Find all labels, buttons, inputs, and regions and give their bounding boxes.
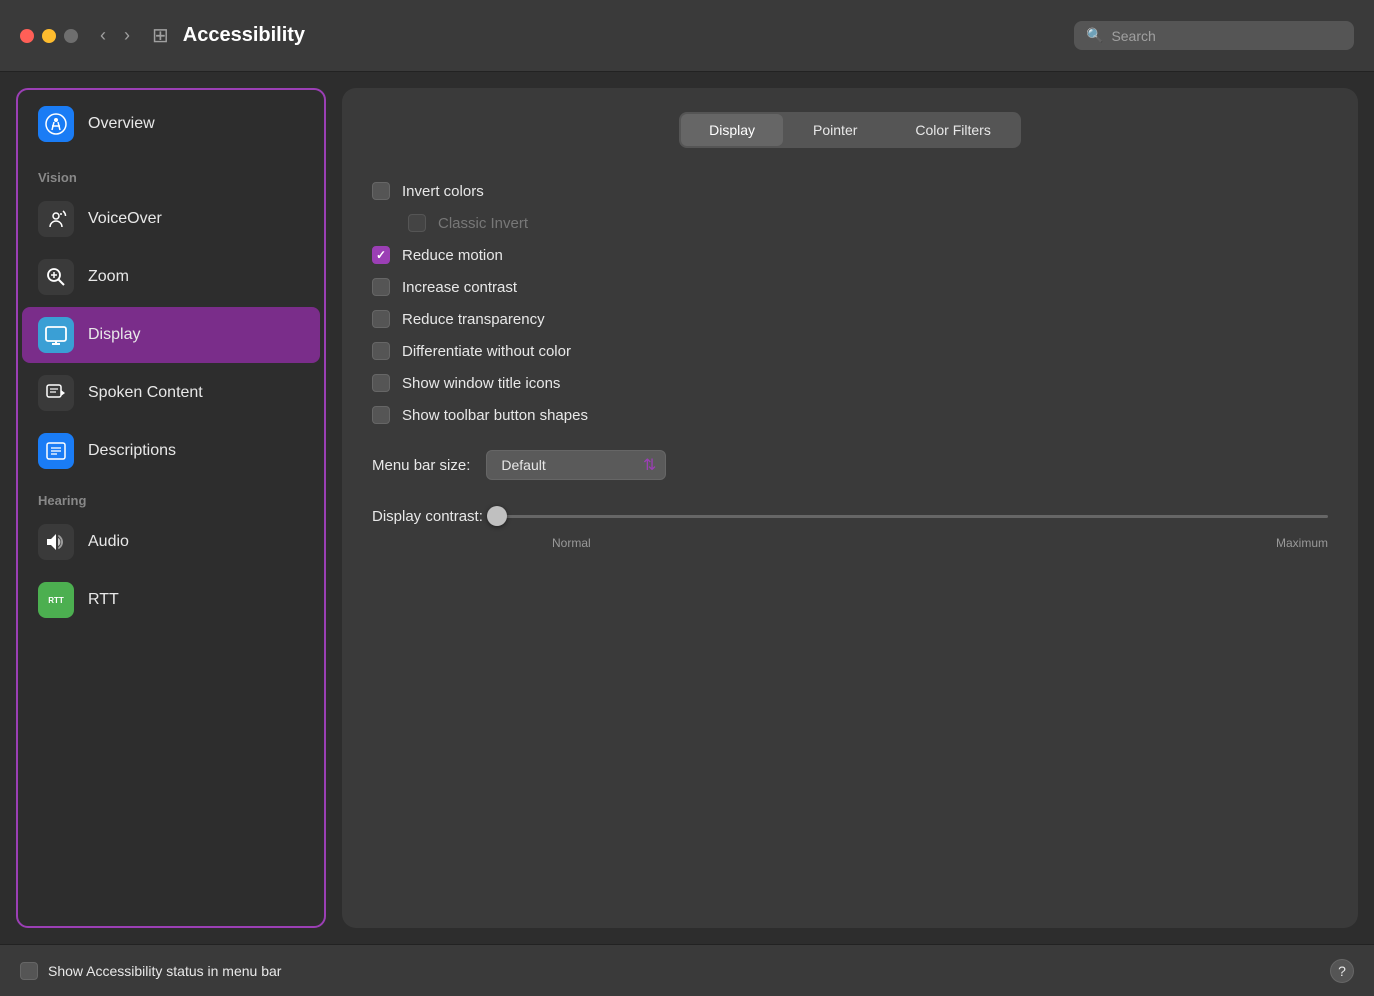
voiceover-icon — [38, 201, 74, 237]
menu-bar-size-select-wrapper: Default Large ⇅ — [486, 450, 666, 480]
classic-invert-label: Classic Invert — [438, 215, 528, 232]
tab-pointer[interactable]: Pointer — [785, 114, 885, 146]
close-button[interactable] — [20, 29, 34, 43]
bottom-left: Show Accessibility status in menu bar — [20, 962, 281, 980]
vision-header: Vision — [18, 158, 324, 189]
accessibility-status-label: Show Accessibility status in menu bar — [48, 963, 281, 979]
audio-icon — [38, 524, 74, 560]
increase-contrast-checkbox[interactable] — [372, 278, 390, 296]
rtt-icon: RTT — [38, 582, 74, 618]
menu-bar-size-row: Menu bar size: Default Large ⇅ — [372, 450, 1328, 480]
search-icon: 🔍 — [1086, 27, 1103, 44]
tab-color-filters[interactable]: Color Filters — [887, 114, 1018, 146]
hearing-header: Hearing — [18, 481, 324, 512]
zoom-icon — [38, 259, 74, 295]
tab-display[interactable]: Display — [681, 114, 783, 146]
search-input[interactable] — [1111, 28, 1342, 44]
classic-invert-row: Classic Invert — [372, 208, 1328, 238]
sidebar-item-voiceover-label: VoiceOver — [88, 210, 162, 228]
tabs-row: Display Pointer Color Filters — [372, 112, 1328, 148]
sidebar-item-overview[interactable]: Overview — [22, 92, 320, 156]
sidebar-item-spoken-content[interactable]: Spoken Content — [22, 365, 320, 421]
descriptions-icon — [38, 433, 74, 469]
slider-normal-label: Normal — [552, 536, 591, 550]
sidebar-item-voiceover[interactable]: VoiceOver — [22, 191, 320, 247]
show-window-title-icons-label: Show window title icons — [402, 375, 560, 392]
slider-labels: Normal Maximum — [372, 536, 1328, 550]
show-window-title-icons-checkbox[interactable] — [372, 374, 390, 392]
titlebar: ‹ › ⊞ Accessibility 🔍 — [0, 0, 1374, 72]
sidebar-item-rtt[interactable]: RTT RTT — [22, 572, 320, 628]
contrast-slider-container — [497, 506, 1328, 526]
invert-colors-row: Invert colors — [372, 176, 1328, 206]
display-contrast-row: Display contrast: Normal Maximum — [372, 506, 1328, 550]
sidebar-item-rtt-label: RTT — [88, 591, 119, 609]
show-toolbar-button-shapes-checkbox[interactable] — [372, 406, 390, 424]
display-icon — [38, 317, 74, 353]
svg-text:RTT: RTT — [48, 596, 64, 605]
menu-bar-size-select[interactable]: Default Large — [486, 450, 666, 480]
reduce-motion-label: Reduce motion — [402, 247, 503, 264]
nav-arrows: ‹ › — [94, 23, 136, 48]
sidebar-item-spoken-content-label: Spoken Content — [88, 384, 203, 402]
bottom-bar: Show Accessibility status in menu bar ? — [0, 944, 1374, 996]
invert-colors-label: Invert colors — [402, 183, 484, 200]
main-content: Overview Vision VoiceOver — [0, 72, 1374, 944]
invert-colors-checkbox[interactable] — [372, 182, 390, 200]
sidebar: Overview Vision VoiceOver — [16, 88, 326, 928]
increase-contrast-row: Increase contrast — [372, 272, 1328, 302]
overview-icon — [38, 106, 74, 142]
contrast-slider-thumb[interactable] — [487, 506, 507, 526]
minimize-button[interactable] — [42, 29, 56, 43]
sidebar-item-audio-label: Audio — [88, 533, 129, 551]
show-window-title-icons-row: Show window title icons — [372, 368, 1328, 398]
sidebar-item-overview-label: Overview — [88, 115, 155, 133]
differentiate-without-color-checkbox[interactable] — [372, 342, 390, 360]
differentiate-without-color-label: Differentiate without color — [402, 343, 571, 360]
slider-maximum-label: Maximum — [1276, 536, 1328, 550]
help-button[interactable]: ? — [1330, 959, 1354, 983]
search-box: 🔍 — [1074, 21, 1354, 50]
spoken-content-icon — [38, 375, 74, 411]
sidebar-item-audio[interactable]: Audio — [22, 514, 320, 570]
show-toolbar-button-shapes-label: Show toolbar button shapes — [402, 407, 588, 424]
sidebar-item-display[interactable]: Display — [22, 307, 320, 363]
contrast-slider-track — [497, 515, 1328, 518]
show-toolbar-button-shapes-row: Show toolbar button shapes — [372, 400, 1328, 430]
forward-button[interactable]: › — [118, 23, 136, 48]
reduce-motion-row: Reduce motion — [372, 240, 1328, 270]
increase-contrast-label: Increase contrast — [402, 279, 517, 296]
reduce-transparency-checkbox[interactable] — [372, 310, 390, 328]
accessibility-status-checkbox[interactable] — [20, 962, 38, 980]
grid-icon[interactable]: ⊞ — [152, 23, 169, 48]
reduce-transparency-row: Reduce transparency — [372, 304, 1328, 334]
sidebar-item-zoom[interactable]: Zoom — [22, 249, 320, 305]
page-title: Accessibility — [183, 24, 1074, 47]
back-button[interactable]: ‹ — [94, 23, 112, 48]
classic-invert-checkbox[interactable] — [408, 214, 426, 232]
content-inner: Display Pointer Color Filters Invert col… — [342, 88, 1358, 928]
tab-group: Display Pointer Color Filters — [679, 112, 1021, 148]
sidebar-item-display-label: Display — [88, 326, 140, 344]
traffic-lights — [20, 29, 78, 43]
reduce-motion-checkbox[interactable] — [372, 246, 390, 264]
maximize-button[interactable] — [64, 29, 78, 43]
display-contrast-label: Display contrast: — [372, 508, 483, 525]
settings-list: Invert colors Classic Invert Reduce moti… — [372, 176, 1328, 550]
sidebar-item-zoom-label: Zoom — [88, 268, 129, 286]
sidebar-item-descriptions-label: Descriptions — [88, 442, 176, 460]
sidebar-item-descriptions[interactable]: Descriptions — [22, 423, 320, 479]
contrast-label-row: Display contrast: — [372, 506, 1328, 526]
differentiate-without-color-row: Differentiate without color — [372, 336, 1328, 366]
content-panel: Display Pointer Color Filters Invert col… — [326, 72, 1374, 944]
reduce-transparency-label: Reduce transparency — [402, 311, 545, 328]
menu-bar-size-label: Menu bar size: — [372, 457, 470, 474]
